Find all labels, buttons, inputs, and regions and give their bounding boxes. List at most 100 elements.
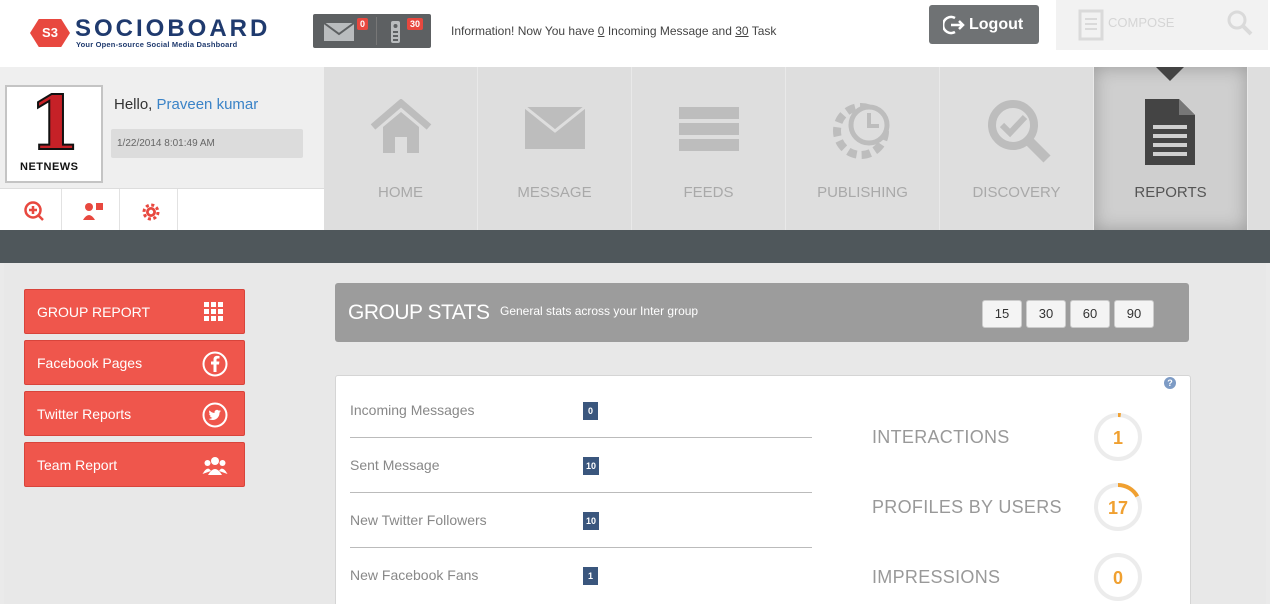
nav-reports-label: REPORTS <box>1134 184 1207 201</box>
team-report-button[interactable]: Team Report <box>24 442 245 487</box>
envelope-icon <box>323 22 355 41</box>
twitter-reports-label: Twitter Reports <box>37 406 132 422</box>
metric-interactions: INTERACTIONS 1 <box>872 408 1172 468</box>
info-prefix: Information! Now You have <box>451 24 595 38</box>
avatar-numeral: 1 <box>28 85 81 168</box>
greeting: Hello, Praveen kumar <box>114 96 258 113</box>
twitter-icon <box>202 402 228 428</box>
metric-value: 17 <box>1107 498 1129 518</box>
stat-value: 10 <box>583 457 600 475</box>
nav-publishing-label: PUBLISHING <box>817 184 908 201</box>
logo-wordmark: SOCIOBOARD <box>75 15 271 42</box>
metric-value: 1 <box>1112 428 1123 448</box>
group-stats-header: GROUP STATS General stats across your In… <box>335 283 1189 342</box>
stat-label: New Facebook Fans <box>350 567 479 583</box>
settings-button[interactable] <box>120 189 178 231</box>
nav-home[interactable]: HOME <box>324 67 478 230</box>
facebook-pages-button[interactable]: Facebook Pages <box>24 340 245 385</box>
notification-divider <box>376 17 377 45</box>
metric-value: 0 <box>1112 568 1123 588</box>
gear-clock-icon <box>833 103 890 159</box>
stat-row: Sent Message 10 <box>350 438 812 493</box>
stat-row: Incoming Messages 0 <box>350 383 812 438</box>
range-30-button[interactable]: 30 <box>1026 300 1066 328</box>
avatar[interactable]: 1 NETNEWS <box>5 85 103 183</box>
grid-icon <box>204 302 223 321</box>
nav-publishing[interactable]: PUBLISHING <box>786 67 940 230</box>
logout-icon <box>943 15 965 35</box>
logout-button[interactable]: Logout <box>929 5 1039 44</box>
stat-row: New Facebook Fans 1 <box>350 548 812 603</box>
stat-value: 1 <box>583 567 598 585</box>
user-card-icon <box>83 203 103 220</box>
logout-label: Logout <box>969 16 1024 33</box>
nav-discovery-label: DISCOVERY <box>972 184 1061 201</box>
stat-label: Sent Message <box>350 457 440 473</box>
metric-label: PROFILES BY USERS <box>872 497 1062 517</box>
list-icon <box>679 107 739 151</box>
range-90-button[interactable]: 90 <box>1114 300 1154 328</box>
info-incoming-link[interactable]: 0 <box>598 24 605 38</box>
magnify-check-icon <box>988 100 1051 163</box>
add-circle-icon <box>24 201 44 221</box>
team-icon <box>202 457 228 475</box>
stat-value: 10 <box>583 512 600 530</box>
stat-value: 0 <box>583 402 598 420</box>
metric-profiles-by-users: PROFILES BY USERS 17 <box>872 478 1172 538</box>
tasks-count-badge: 30 <box>407 18 424 30</box>
active-indicator <box>1156 67 1184 81</box>
nav-discovery[interactable]: DISCOVERY <box>940 67 1094 230</box>
tasks-remote-icon <box>391 21 400 43</box>
group-stats-title: GROUP STATS <box>348 301 490 324</box>
nav-message[interactable]: MESSAGE <box>478 67 632 230</box>
messages-notification[interactable] <box>323 14 355 48</box>
metric-impressions: IMPRESSIONS 0 <box>872 548 1172 604</box>
nav-feeds[interactable]: FEEDS <box>632 67 786 230</box>
logo-badge: S3 <box>30 19 70 47</box>
envelope-icon <box>524 105 586 149</box>
main-navigation: HOME MESSAGE FEEDS PUBLISHING DISCOVERY <box>324 67 1270 230</box>
user-profiles-button[interactable] <box>62 189 120 231</box>
avatar-caption: NETNEWS <box>19 161 80 173</box>
separator-bar <box>0 230 1270 263</box>
nav-message-label: MESSAGE <box>517 184 592 201</box>
notification-box: 0 30 <box>313 14 431 48</box>
document-icon <box>1145 99 1195 165</box>
metric-label: IMPRESSIONS <box>872 567 1001 587</box>
stat-row: New Twitter Followers 10 <box>350 493 812 548</box>
compose-doc-icon <box>1078 9 1104 41</box>
info-message: Information! Now You have 0 Incoming Mes… <box>451 24 776 38</box>
info-suffix: Task <box>751 24 777 38</box>
range-15-button[interactable]: 15 <box>982 300 1022 328</box>
nav-reports[interactable]: REPORTS <box>1094 67 1248 230</box>
greeting-text: Hello, <box>114 96 153 113</box>
last-login-date: 1/22/2014 8:01:49 AM <box>111 129 303 158</box>
logo-tagline: Your Open-source Social Media Dashboard <box>76 40 238 49</box>
range-60-button[interactable]: 60 <box>1070 300 1110 328</box>
info-tasks-link[interactable]: 30 <box>735 24 748 38</box>
nav-home-label: HOME <box>378 184 423 201</box>
twitter-reports-button[interactable]: Twitter Reports <box>24 391 245 436</box>
nav-feeds-label: FEEDS <box>683 184 734 201</box>
stat-label: New Twitter Followers <box>350 512 487 528</box>
stats-panel: ? Incoming Messages 0 Sent Message 10 Ne… <box>335 375 1191 604</box>
search-icon[interactable] <box>1226 9 1254 37</box>
compose-area[interactable]: COMPOSE <box>1056 0 1268 50</box>
reports-content: GROUP REPORT Facebook Pages Twitter Repo… <box>4 263 1266 604</box>
messages-count-badge: 0 <box>357 18 369 30</box>
gear-icon <box>142 203 160 221</box>
facebook-pages-label: Facebook Pages <box>37 355 143 371</box>
info-middle: Incoming Message and <box>607 24 732 38</box>
home-icon <box>370 99 432 153</box>
socioboard-logo[interactable]: S3 SOCIOBOARD Your Open-source Social Me… <box>30 15 282 50</box>
profile-panel: 1 NETNEWS Hello, Praveen kumar 1/22/2014… <box>0 67 324 231</box>
group-report-button[interactable]: GROUP REPORT <box>24 289 245 334</box>
group-report-label: GROUP REPORT <box>37 304 151 320</box>
user-name-link[interactable]: Praveen kumar <box>157 96 259 113</box>
profile-actions <box>0 188 324 231</box>
help-icon[interactable]: ? <box>1164 377 1176 389</box>
team-report-label: Team Report <box>37 457 118 473</box>
add-profile-button[interactable] <box>4 189 62 231</box>
group-stats-subtitle: General stats across your Inter group <box>500 304 699 318</box>
facebook-icon <box>202 351 228 377</box>
